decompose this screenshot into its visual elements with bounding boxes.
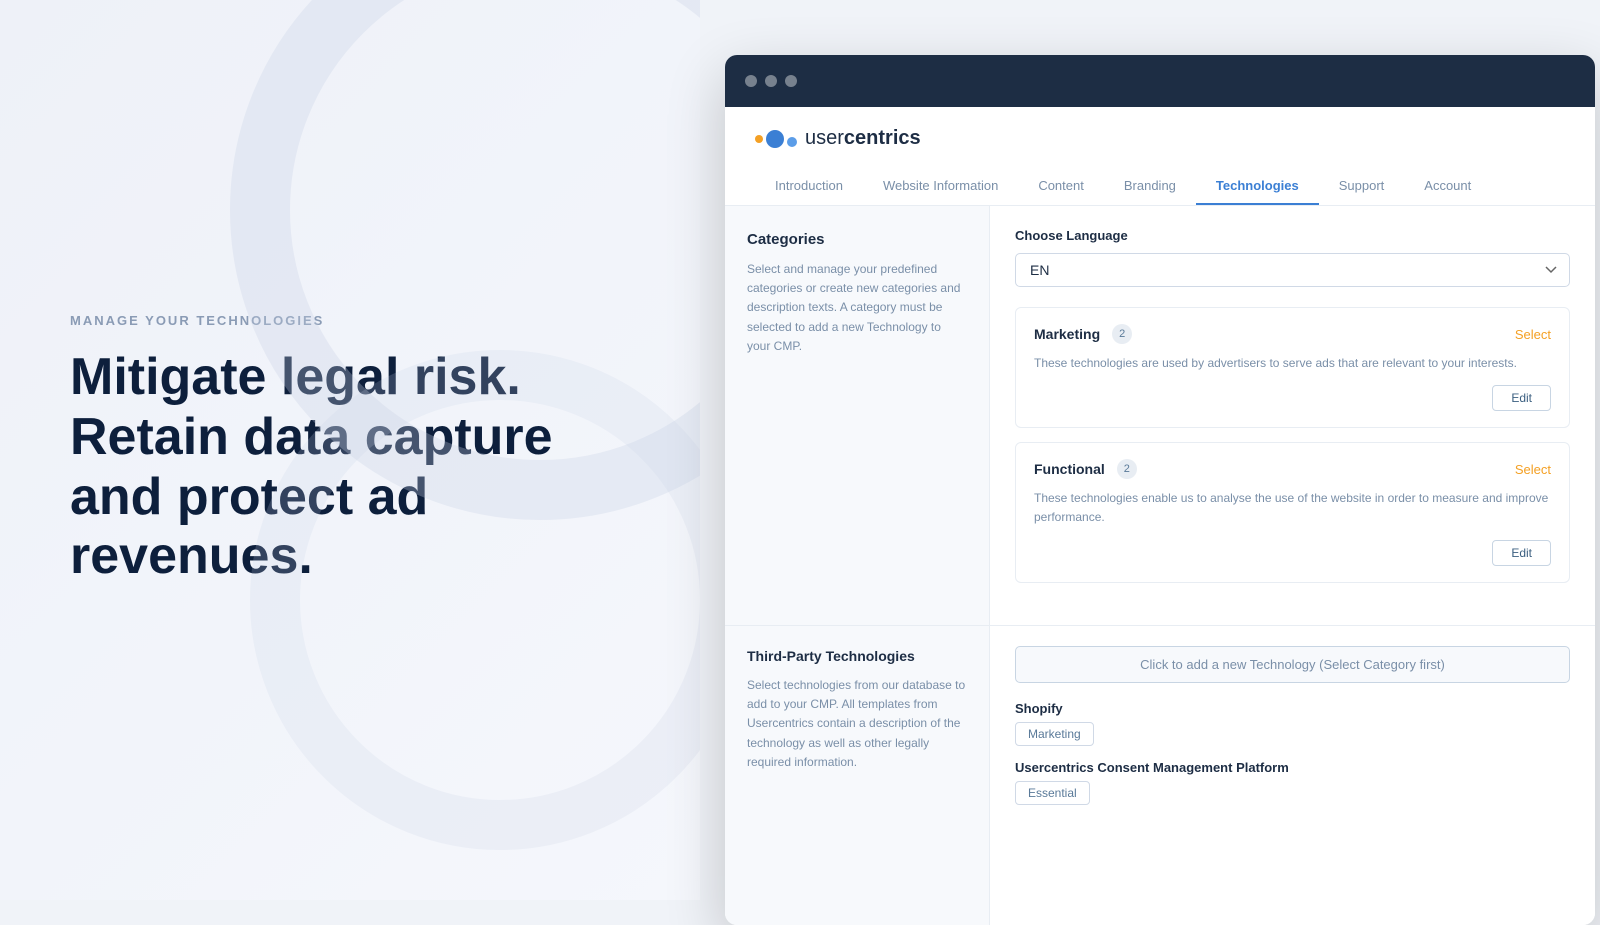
tab-website-information[interactable]: Website Information (863, 168, 1018, 205)
marketing-category-card: Marketing 2 Select These technologies ar… (1015, 307, 1570, 428)
functional-name-area: Functional 2 (1034, 459, 1137, 479)
marketing-category-badge: 2 (1112, 324, 1132, 344)
third-party-panel: Third-Party Technologies Select technolo… (725, 626, 990, 925)
logo-area: usercentrics (755, 127, 1565, 150)
functional-category-name: Functional (1034, 461, 1105, 477)
choose-language-label: Choose Language (1015, 228, 1570, 243)
categories-title: Categories (747, 231, 967, 248)
marketing-name-area: Marketing 2 (1034, 324, 1132, 344)
categories-content-panel: Choose Language EN Marketing 2 Select Th… (990, 206, 1595, 625)
browser-dot-1 (745, 75, 757, 87)
categories-panel: Categories Select and manage your predef… (725, 206, 990, 625)
marketing-category-name: Marketing (1034, 326, 1100, 342)
logo-text: usercentrics (805, 127, 921, 150)
browser-dot-2 (765, 75, 777, 87)
logo-dot-blue-small (787, 137, 797, 147)
functional-category-badge: 2 (1117, 459, 1137, 479)
functional-category-card: Functional 2 Select These technologies e… (1015, 442, 1570, 582)
usercentrics-tech-item: Usercentrics Consent Management Platform… (1015, 760, 1570, 805)
tab-technologies[interactable]: Technologies (1196, 168, 1319, 205)
marketing-heading: Mitigate legal risk. Retain data capture… (70, 348, 630, 587)
browser-titlebar (725, 55, 1595, 107)
tab-introduction[interactable]: Introduction (755, 168, 863, 205)
nav-tabs: Introduction Website Information Content… (755, 168, 1565, 205)
bottom-section: Third-Party Technologies Select technolo… (725, 625, 1595, 925)
logo-text-normal: user (805, 127, 844, 149)
marketing-select-button[interactable]: Select (1515, 327, 1551, 342)
marketing-section: MANAGE YOUR TECHNOLOGIES Mitigate legal … (0, 0, 700, 900)
functional-select-button[interactable]: Select (1515, 462, 1551, 477)
functional-category-header: Functional 2 Select (1034, 459, 1551, 479)
marketing-subtitle: MANAGE YOUR TECHNOLOGIES (70, 313, 630, 328)
tab-account[interactable]: Account (1404, 168, 1491, 205)
usercentrics-tech-category: Essential (1015, 781, 1090, 805)
marketing-category-header: Marketing 2 Select (1034, 324, 1551, 344)
third-party-title: Third-Party Technologies (747, 648, 967, 664)
shopify-tech-item: Shopify Marketing (1015, 701, 1570, 746)
shopify-tech-category: Marketing (1015, 722, 1094, 746)
browser-dot-3 (785, 75, 797, 87)
marketing-edit-button[interactable]: Edit (1492, 385, 1551, 411)
third-party-description: Select technologies from our database to… (747, 676, 967, 772)
add-technology-button[interactable]: Click to add a new Technology (Select Ca… (1015, 646, 1570, 683)
technologies-list-panel: Click to add a new Technology (Select Ca… (990, 626, 1595, 925)
functional-category-desc: These technologies enable us to analyse … (1034, 489, 1551, 527)
marketing-category-desc: These technologies are used by advertise… (1034, 354, 1551, 373)
shopify-tech-name: Shopify (1015, 701, 1570, 716)
tab-support[interactable]: Support (1319, 168, 1405, 205)
usercentrics-tech-name: Usercentrics Consent Management Platform (1015, 760, 1570, 775)
functional-card-footer: Edit (1034, 540, 1551, 566)
browser-mockup: usercentrics Introduction Website Inform… (725, 55, 1595, 925)
language-select[interactable]: EN (1015, 253, 1570, 287)
logo-dot-blue-large (766, 130, 784, 148)
app-header: usercentrics Introduction Website Inform… (725, 107, 1595, 206)
browser-body: usercentrics Introduction Website Inform… (725, 107, 1595, 925)
functional-edit-button[interactable]: Edit (1492, 540, 1551, 566)
logo-icon (755, 130, 797, 148)
marketing-card-footer: Edit (1034, 385, 1551, 411)
tab-branding[interactable]: Branding (1104, 168, 1196, 205)
logo-text-bold: centrics (844, 127, 921, 149)
app-content: Categories Select and manage your predef… (725, 206, 1595, 625)
tab-content[interactable]: Content (1018, 168, 1104, 205)
logo-dot-orange (755, 135, 763, 143)
categories-description: Select and manage your predefined catego… (747, 260, 967, 356)
